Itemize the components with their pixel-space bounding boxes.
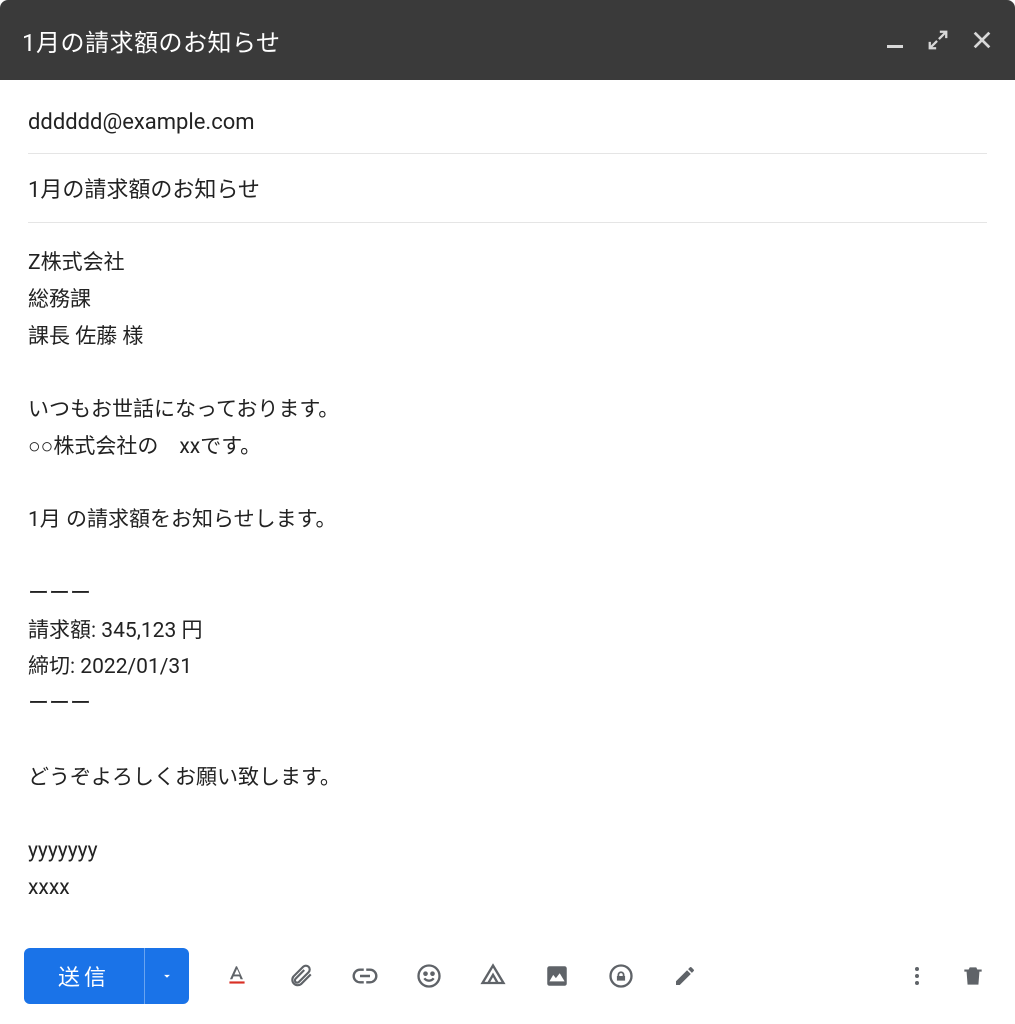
- more-options-icon[interactable]: [899, 958, 935, 994]
- emoji-icon[interactable]: [411, 958, 447, 994]
- compose-window: 1月の請求額のお知らせ dddddd@example.com 1月の請求額のお知…: [0, 0, 1015, 1024]
- close-icon[interactable]: [971, 29, 993, 51]
- trash-icon[interactable]: [955, 958, 991, 994]
- text-format-icon[interactable]: [219, 958, 255, 994]
- window-title: 1月の請求額のお知らせ: [22, 23, 885, 58]
- expand-icon[interactable]: [927, 29, 949, 51]
- format-tools: [219, 958, 703, 994]
- window-actions: [885, 29, 993, 51]
- confidential-icon[interactable]: [603, 958, 639, 994]
- pen-icon[interactable]: [667, 958, 703, 994]
- bottom-toolbar: 送信: [0, 928, 1015, 1024]
- send-button[interactable]: 送信: [24, 948, 145, 1004]
- titlebar: 1月の請求額のお知らせ: [0, 0, 1015, 80]
- compose-content: dddddd@example.com 1月の請求額のお知らせ Z株式会社 総務課…: [0, 80, 1015, 928]
- minimize-icon[interactable]: [885, 30, 905, 50]
- chevron-down-icon: [160, 969, 174, 983]
- attach-icon[interactable]: [283, 958, 319, 994]
- image-icon[interactable]: [539, 958, 575, 994]
- body-textarea[interactable]: Z株式会社 総務課 課長 佐藤 様 いつもお世話になっております。 ○○株式会社…: [28, 223, 987, 907]
- to-field[interactable]: dddddd@example.com: [28, 102, 987, 154]
- link-icon[interactable]: [347, 958, 383, 994]
- drive-icon[interactable]: [475, 958, 511, 994]
- subject-field[interactable]: 1月の請求額のお知らせ: [28, 154, 987, 223]
- send-options-button[interactable]: [145, 948, 189, 1004]
- send-button-group: 送信: [24, 948, 189, 1004]
